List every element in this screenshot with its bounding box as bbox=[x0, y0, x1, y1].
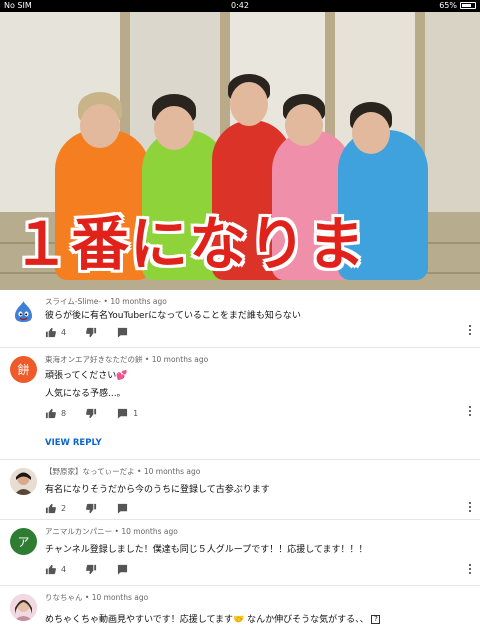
video-player[interactable]: １番になります！ bbox=[0, 12, 480, 290]
comment-time: 10 months ago bbox=[143, 467, 201, 476]
comment-text: 有名になりそうだから今のうちに登録して古参ぶります bbox=[45, 485, 270, 495]
more-icon[interactable] bbox=[468, 325, 472, 337]
comment-item: りなちゃん • 10 months ago めちゃくちゃ動画見やすいです！応援し… bbox=[0, 586, 480, 630]
comment-author[interactable]: 東海オンエア好きなただの餅 bbox=[45, 355, 143, 364]
photo-avatar[interactable] bbox=[10, 468, 37, 495]
more-icon[interactable] bbox=[468, 406, 472, 418]
comment-text-line: 頑張ってください💕 bbox=[45, 371, 128, 381]
comment-text: めちゃくちゃ動画見やすいです！応援してます🤝 なんか伸びそうな気がする、、 ? bbox=[45, 612, 381, 625]
comment-actions: 2 bbox=[45, 503, 128, 514]
like-count: 8 bbox=[61, 409, 67, 418]
reply-icon[interactable] bbox=[117, 408, 128, 419]
comment-text-line: 人気になる予感...｡ bbox=[45, 389, 122, 399]
comment-time: 10 months ago bbox=[91, 593, 149, 602]
comment-meta: スライム-Slime- • 10 months ago bbox=[45, 297, 167, 306]
comment-actions: 4 bbox=[45, 327, 128, 338]
photo-avatar[interactable] bbox=[10, 594, 37, 621]
comment-author[interactable]: 【野原家】なってぃーだよ bbox=[45, 467, 135, 476]
comment-text: チャンネル登録しました！僕達も同じ５人グループです！！応援してます！！！ bbox=[45, 545, 368, 555]
comment-item: 餅 東海オンエア好きなただの餅 • 10 months ago 頑張ってください… bbox=[0, 348, 480, 460]
thumbs-down-icon[interactable] bbox=[86, 564, 97, 575]
comment-list: スライム-Slime- • 10 months ago 彼らが後に有名YouTu… bbox=[0, 290, 480, 630]
more-icon[interactable] bbox=[468, 564, 472, 576]
reply-icon[interactable] bbox=[117, 564, 128, 575]
like-count: 2 bbox=[61, 504, 67, 513]
thumbs-up-icon[interactable] bbox=[45, 503, 56, 514]
unknown-glyph-icon: ? bbox=[371, 615, 381, 624]
thumbs-up-icon[interactable] bbox=[45, 408, 56, 419]
comment-avatar[interactable]: 餅 bbox=[10, 356, 37, 383]
comment-time: 10 months ago bbox=[110, 297, 167, 306]
reply-icon[interactable] bbox=[117, 503, 128, 514]
like-count: 4 bbox=[61, 565, 67, 574]
comment-meta: 【野原家】なってぃーだよ • 10 months ago bbox=[45, 467, 201, 476]
thumbs-down-icon[interactable] bbox=[86, 408, 97, 419]
comment-actions: 4 bbox=[45, 564, 128, 575]
thumbs-up-icon[interactable] bbox=[45, 564, 56, 575]
comment-meta: 東海オンエア好きなただの餅 • 10 months ago bbox=[45, 355, 209, 364]
thumbs-down-icon[interactable] bbox=[86, 503, 97, 514]
reply-count: 1 bbox=[133, 409, 139, 418]
clock: 0:42 bbox=[231, 1, 249, 10]
slime-icon[interactable] bbox=[10, 298, 37, 325]
reply-icon[interactable] bbox=[117, 327, 128, 338]
comment-avatar[interactable]: ア bbox=[10, 528, 37, 555]
comment-time: 10 months ago bbox=[151, 355, 209, 364]
thumbs-down-icon[interactable] bbox=[86, 327, 97, 338]
battery-icon bbox=[460, 2, 476, 9]
comment-actions: 8 1 bbox=[45, 408, 158, 419]
comment-item: ア アニマルカンパニー • 10 months ago チャンネル登録しました！… bbox=[0, 520, 480, 586]
comment-meta: りなちゃん • 10 months ago bbox=[45, 593, 149, 602]
more-icon[interactable] bbox=[468, 502, 472, 514]
status-bar: No SIM 0:42 65% bbox=[0, 0, 480, 12]
comment-author[interactable]: りなちゃん bbox=[45, 593, 83, 602]
comment-meta: アニマルカンパニー • 10 months ago bbox=[45, 527, 178, 536]
view-reply-button[interactable]: VIEW REPLY bbox=[45, 438, 102, 448]
thumbs-up-icon[interactable] bbox=[45, 327, 56, 338]
like-count: 4 bbox=[61, 328, 67, 337]
comment-item: 【野原家】なってぃーだよ • 10 months ago 有名になりそうだから今… bbox=[0, 460, 480, 520]
comment-item: スライム-Slime- • 10 months ago 彼らが後に有名YouTu… bbox=[0, 290, 480, 348]
battery-percent: 65% bbox=[439, 1, 457, 10]
comment-author[interactable]: スライム-Slime- bbox=[45, 297, 101, 306]
comment-author[interactable]: アニマルカンパニー bbox=[45, 527, 112, 536]
comment-text: 彼らが後に有名YouTuberになっていることをまだ誰も知らない bbox=[45, 311, 301, 321]
video-caption: １番になります！ bbox=[12, 210, 367, 278]
comment-time: 10 months ago bbox=[121, 527, 178, 536]
